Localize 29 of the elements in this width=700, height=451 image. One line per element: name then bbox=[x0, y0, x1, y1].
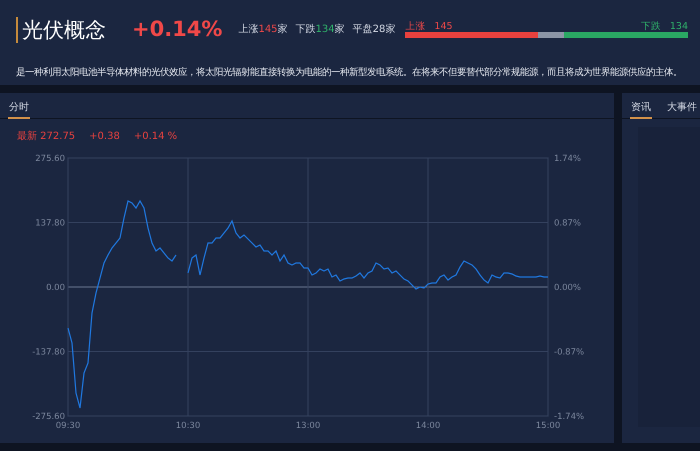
percent-change: +0.14 % bbox=[134, 130, 178, 144]
x-axis-label: 10:30 bbox=[176, 421, 200, 431]
fall-count: 下跌134家 bbox=[296, 22, 345, 38]
y-axis-label: -275.60 bbox=[32, 412, 65, 422]
tab[interactable]: 资讯 bbox=[630, 93, 652, 119]
y-axis-label: 0.87% bbox=[554, 218, 582, 228]
tab[interactable]: 大事件 bbox=[666, 93, 698, 119]
y-axis-label: 275.60 bbox=[35, 154, 65, 164]
price-change: +0.38 bbox=[89, 130, 120, 144]
x-axis-label: 15:00 bbox=[536, 421, 560, 431]
y-axis-label: 137.80 bbox=[35, 218, 65, 228]
flat-count: 平盘28家 bbox=[352, 22, 396, 38]
tab[interactable]: 分时 bbox=[8, 93, 30, 119]
fall-label: 下跌 134 bbox=[640, 21, 688, 32]
description-text: 是一种利用太阳电池半导体材料的光伏效应，将太阳光辐射能直接转换为电能的一种新型发电系统。在将来不但要替代部分常规能源，而且将成为世界能源供应的主体。 bbox=[16, 66, 683, 80]
y-axis-label: -137.80 bbox=[32, 348, 65, 358]
rise-count: 上涨145家 bbox=[238, 22, 288, 38]
x-axis-label: 14:00 bbox=[416, 421, 440, 431]
y-axis-label: -0.87% bbox=[554, 348, 584, 358]
change-percent: +0.14% bbox=[132, 16, 222, 43]
x-axis-label: 13:00 bbox=[296, 421, 320, 431]
rise-label: 上涨 145 bbox=[405, 21, 453, 32]
y-axis-label: 0.00% bbox=[554, 283, 582, 293]
y-axis-label: -1.74% bbox=[554, 412, 584, 422]
y-axis-label: 1.74% bbox=[554, 154, 582, 164]
latest-price: 最新 272.75 bbox=[17, 130, 76, 144]
category-title: 光伏概念 bbox=[16, 16, 106, 43]
x-axis-label: 09:30 bbox=[56, 421, 80, 431]
y-axis-label: 0.00 bbox=[46, 283, 65, 293]
